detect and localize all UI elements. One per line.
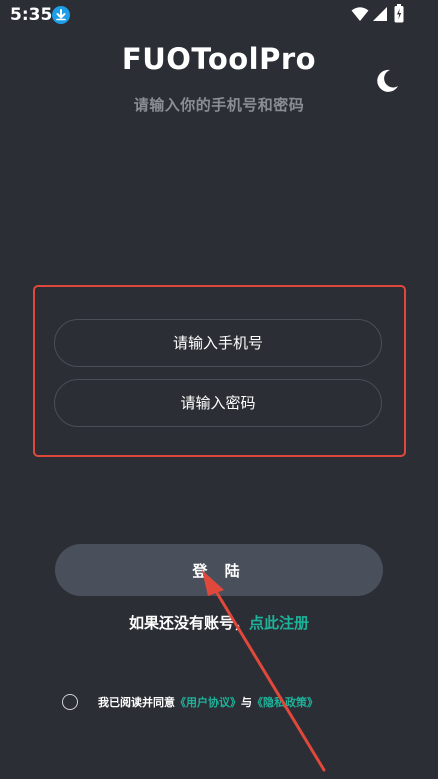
phone-input[interactable] xyxy=(54,319,382,367)
register-row: 如果还没有账号，点此注册 xyxy=(0,612,438,633)
register-prompt: 如果还没有账号， xyxy=(128,614,249,632)
privacy-policy-link[interactable]: 《隐私政策》 xyxy=(252,694,318,710)
status-bar: 5:35 xyxy=(0,0,438,30)
status-time: 5:35 xyxy=(10,5,53,25)
user-agreement-link[interactable]: 《用户协议》 xyxy=(175,694,241,710)
agreement-checkbox[interactable] xyxy=(62,694,78,710)
moon-icon[interactable] xyxy=(373,67,401,95)
agreement-text: 我已阅读并同意 xyxy=(98,696,175,709)
register-link[interactable]: 点此注册 xyxy=(249,614,309,632)
credentials-highlight-box xyxy=(33,285,406,457)
password-input[interactable] xyxy=(54,379,382,427)
agreement-row: 我已阅读并同意 《用户协议》 与 《隐私政策》 xyxy=(62,692,422,712)
battery-icon xyxy=(394,4,404,27)
wifi-icon xyxy=(351,6,369,26)
signal-icon xyxy=(372,6,388,26)
app-subtitle: 请输入你的手机号和密码 xyxy=(133,96,305,114)
login-screen: 5:35 FUOToolPro 请输入你的手机号和密码 请输入手机号 登 陆 如… xyxy=(0,0,438,779)
login-button[interactable]: 登 陆 xyxy=(55,544,383,596)
agreement-conjunction: 与 xyxy=(241,696,252,709)
download-icon xyxy=(52,6,70,24)
